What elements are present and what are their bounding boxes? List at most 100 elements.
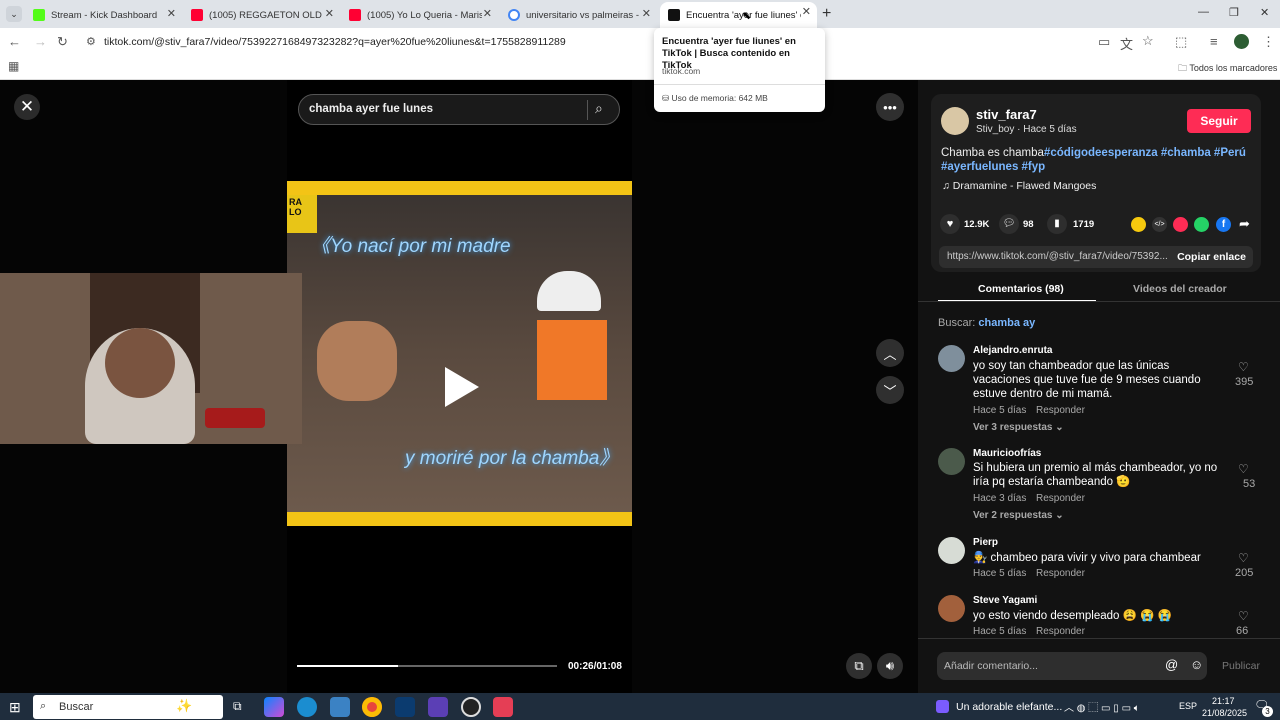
- more-options-button[interactable]: •••: [876, 93, 904, 121]
- new-tab-button[interactable]: +: [822, 5, 831, 23]
- comment-item: Pierp 👨‍🔧 chambeo para vivir y vivo para…: [938, 537, 1258, 587]
- post-link[interactable]: https://www.tiktok.com/@stiv_fara7/video…: [947, 251, 1168, 262]
- menu-icon[interactable]: ⋮: [1262, 34, 1275, 50]
- commenter-name[interactable]: Alejandro.enruta: [973, 345, 1052, 356]
- news-widget[interactable]: Un adorable elefante...: [956, 701, 1062, 713]
- creator-username[interactable]: stiv_fara7: [976, 107, 1037, 122]
- close-icon[interactable]: ✕: [167, 7, 176, 20]
- all-bookmarks[interactable]: 🗀 Todos los marcadores: [1178, 61, 1277, 77]
- app-icon[interactable]: [395, 697, 415, 717]
- commenter-avatar[interactable]: [938, 537, 965, 564]
- profile-avatar[interactable]: [1234, 34, 1249, 49]
- copy-link-button[interactable]: Copiar enlace: [1170, 246, 1253, 268]
- hard-hat: [537, 271, 601, 311]
- reply-link[interactable]: Responder: [1036, 626, 1085, 637]
- cast-icon[interactable]: ▭: [1098, 34, 1110, 50]
- reply-link[interactable]: Responder: [1036, 568, 1085, 579]
- time-display: 00:26/01:08: [568, 661, 622, 672]
- back-icon[interactable]: ←: [8, 34, 21, 49]
- language-indicator[interactable]: ESP: [1179, 701, 1197, 711]
- view-replies[interactable]: Ver 3 respuestas ⌄: [973, 422, 1064, 433]
- reading-list-icon[interactable]: ≡: [1210, 34, 1218, 49]
- reply-link[interactable]: Responder: [1036, 493, 1085, 504]
- whatsapp-icon[interactable]: [1194, 217, 1209, 232]
- related-search[interactable]: Buscar: chamba ay: [938, 317, 1035, 329]
- forward-icon[interactable]: →: [34, 34, 47, 49]
- commenter-avatar[interactable]: [938, 345, 965, 372]
- video-frame[interactable]: RA LO 《Yo nací por mi madre y moriré por …: [287, 195, 632, 512]
- commenter-avatar[interactable]: [938, 448, 965, 475]
- address-bar[interactable]: tiktok.com/@stiv_fara7/video/75392271684…: [104, 36, 566, 48]
- close-icon[interactable]: ✕: [802, 5, 811, 18]
- facebook-icon[interactable]: f: [1216, 217, 1231, 232]
- heart-icon[interactable]: ♡: [1238, 609, 1249, 623]
- close-icon[interactable]: ✕: [483, 7, 492, 20]
- clock-time[interactable]: 21:17: [1212, 696, 1235, 706]
- tab-tiktok[interactable]: Encuentra 'ayer fue liunes' en T✕: [660, 2, 817, 28]
- copilot-icon[interactable]: [264, 697, 284, 717]
- embed-icon[interactable]: </>: [1152, 217, 1167, 232]
- emoji-icon[interactable]: ☺: [1190, 657, 1203, 672]
- tray-icons[interactable]: ︿ ◍ ⬚ ▭ ▯ ▭ 🔈︎: [1064, 699, 1140, 714]
- commenter-name[interactable]: Steve Yagami: [973, 595, 1037, 606]
- task-view-icon[interactable]: ⧉: [233, 699, 242, 714]
- search-icon[interactable]: ⌕: [595, 100, 603, 117]
- close-icon[interactable]: ✕: [325, 7, 334, 20]
- clock-date[interactable]: 21/08/2025: [1202, 708, 1247, 718]
- minimize-button[interactable]: —: [1198, 6, 1209, 18]
- capcut-icon[interactable]: [493, 697, 513, 717]
- tab-comments[interactable]: Comentarios (98): [978, 283, 1064, 295]
- send-icon[interactable]: [1173, 217, 1188, 232]
- store-icon[interactable]: [330, 697, 350, 717]
- news-icon[interactable]: [936, 700, 949, 713]
- obs-icon[interactable]: [461, 697, 481, 717]
- music-row[interactable]: ♫ Dramamine - Flawed Mangoes: [942, 180, 1096, 192]
- mention-icon[interactable]: @: [1165, 657, 1178, 672]
- extensions-icon[interactable]: ⬚: [1175, 34, 1187, 50]
- share-icon[interactable]: ➦: [1239, 216, 1250, 232]
- commenter-name[interactable]: Mauricioofrías: [973, 448, 1041, 459]
- comment-icon[interactable]: 💬︎: [999, 214, 1019, 234]
- publish-button[interactable]: Publicar: [1222, 660, 1260, 672]
- close-icon[interactable]: ✕: [642, 7, 651, 20]
- bookmark-star-icon[interactable]: ☆: [1142, 33, 1154, 49]
- floating-player-icon[interactable]: ⧉: [846, 653, 872, 679]
- window-close-button[interactable]: ✕: [1260, 6, 1269, 19]
- follow-button[interactable]: Seguir: [1187, 109, 1251, 133]
- view-replies[interactable]: Ver 2 respuestas ⌄: [973, 510, 1064, 521]
- reply-link[interactable]: Responder: [1036, 405, 1085, 416]
- volume-icon[interactable]: 🔊︎: [877, 653, 903, 679]
- previous-video-button[interactable]: ︿: [876, 339, 904, 367]
- heart-icon[interactable]: ♡: [1238, 462, 1249, 476]
- translate-icon[interactable]: 文: [1120, 34, 1133, 53]
- tab-youtube-2[interactable]: (1005) Yo Lo Queria - Marisol Y✕: [341, 4, 498, 26]
- next-video-button[interactable]: ﹀: [876, 376, 904, 404]
- chrome-icon[interactable]: [362, 697, 382, 717]
- play-icon[interactable]: [445, 367, 479, 407]
- commenter-avatar[interactable]: [938, 595, 965, 622]
- heart-icon[interactable]: ♡: [1238, 551, 1249, 565]
- tab-creator-videos[interactable]: Videos del creador: [1133, 283, 1227, 295]
- site-info-icon[interactable]: ⚙: [86, 35, 96, 48]
- save-icon[interactable]: ▮: [1047, 214, 1067, 234]
- edge-icon[interactable]: [297, 697, 317, 717]
- app-icon-2[interactable]: [428, 697, 448, 717]
- friends-share-icon[interactable]: [1131, 217, 1146, 232]
- tab-google[interactable]: universitario vs palmeiras - Bus✕: [500, 4, 657, 26]
- progress-track[interactable]: [297, 665, 557, 667]
- creator-avatar[interactable]: [941, 107, 969, 135]
- commenter-name[interactable]: Pierp: [973, 537, 998, 548]
- video-search-input[interactable]: chamba ayer fue lunes: [309, 103, 433, 115]
- tab-kick[interactable]: Stream - Kick Dashboard ✕: [25, 4, 182, 26]
- tab-youtube-1[interactable]: (1005) REGGAETON OLD SCHO✕: [183, 4, 340, 26]
- reload-icon[interactable]: ↻: [57, 34, 68, 50]
- windows-start-icon[interactable]: ⊞: [9, 699, 21, 716]
- tab-search-button[interactable]: ⌄: [6, 6, 22, 22]
- like-icon[interactable]: ♥: [940, 214, 960, 234]
- comment-item: Alejandro.enruta yo soy tan chambeador q…: [938, 345, 1258, 440]
- heart-icon[interactable]: ♡: [1238, 360, 1249, 374]
- maximize-button[interactable]: ❐: [1229, 6, 1239, 19]
- close-video-button[interactable]: ✕: [14, 94, 40, 120]
- apps-grid-icon[interactable]: ▦: [8, 59, 19, 73]
- video-search-bar[interactable]: chamba ayer fue lunes ⌕: [298, 94, 620, 125]
